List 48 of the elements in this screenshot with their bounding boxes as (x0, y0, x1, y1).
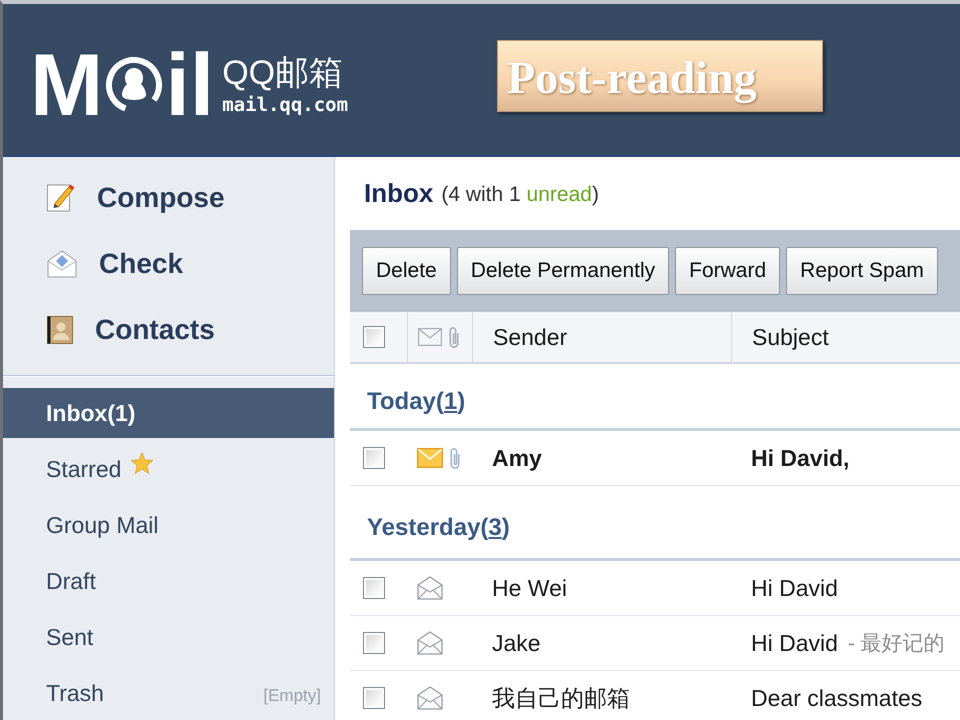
subject-text: Hi David (751, 574, 838, 602)
logo-text: M (30, 40, 104, 128)
subject-text: Dear classmates (751, 684, 922, 712)
logo-domain: mail.qq.com (222, 92, 348, 116)
sender-name: Amy (492, 444, 542, 472)
section-banner: Post-reading (497, 40, 824, 112)
group-heading: Yesterday(3) (367, 514, 510, 542)
folder-item[interactable]: Trash [Empty] (3, 668, 334, 718)
checkbox[interactable] (363, 326, 385, 348)
folder-item[interactable]: Starred (3, 444, 334, 494)
sender-name: 我自己的邮箱 (492, 684, 630, 712)
count-link[interactable]: 1 (444, 388, 458, 415)
envelope-icon (418, 328, 442, 346)
checkbox[interactable] (363, 577, 385, 599)
folder-item[interactable]: Inbox(1) (3, 388, 334, 438)
mailbox-summary: (4 with 1 unread) (441, 182, 599, 206)
sender-name: He Wei (492, 574, 567, 602)
empty-note: [Empty] (263, 686, 321, 706)
checkbox[interactable] (363, 687, 385, 709)
checkbox[interactable] (363, 447, 385, 469)
address-book-icon (47, 316, 73, 344)
note-pencil-icon (47, 184, 75, 212)
open-envelope-icon (47, 250, 77, 278)
checkbox[interactable] (363, 632, 385, 654)
sidebar-action[interactable]: Contacts (3, 297, 334, 363)
column-header[interactable]: Sender (493, 324, 568, 350)
preview-text: - 最好记的 (848, 631, 945, 657)
subject-text: Hi David (751, 630, 838, 656)
folder-item[interactable]: Draft (3, 556, 334, 606)
star-icon (131, 452, 154, 474)
toolbar-button[interactable]: Report Spam (786, 247, 938, 295)
toolbar-button[interactable]: Forward (675, 247, 780, 295)
person-ring-icon (106, 56, 162, 112)
logo-text: il (165, 40, 214, 128)
sidebar-action[interactable]: Check (3, 231, 334, 297)
paperclip-icon (449, 326, 459, 348)
column-header[interactable]: Subject (752, 324, 829, 350)
sidebar-action[interactable]: Compose (3, 165, 334, 231)
logo-name: QQ邮箱 (222, 52, 344, 92)
subject-text: Hi David, (751, 444, 850, 472)
mailbox-title: Inbox (364, 178, 434, 209)
toolbar-button[interactable]: Delete Permanently (456, 247, 670, 295)
folder-item[interactable]: Sent (3, 612, 334, 662)
group-heading: Today(1) (367, 388, 466, 416)
folder-item[interactable]: Group Mail (3, 500, 334, 550)
sender-name: Jake (492, 630, 541, 656)
toolbar-button[interactable]: Delete (362, 247, 451, 295)
count-link[interactable]: 3 (488, 514, 502, 541)
